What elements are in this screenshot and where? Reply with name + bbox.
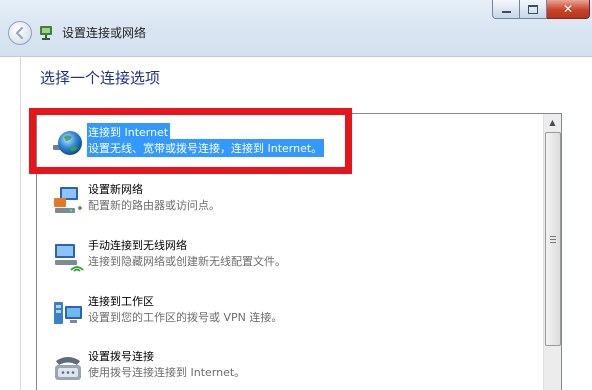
- vertical-scrollbar[interactable]: ▲: [543, 114, 561, 390]
- maximize-button[interactable]: [520, 0, 547, 19]
- back-arrow-icon: [15, 26, 24, 40]
- dialup-phone-icon: [55, 357, 81, 380]
- option-description: 使用拨号连接连接到 Internet。: [88, 366, 246, 379]
- minimize-button[interactable]: [492, 0, 520, 19]
- minimize-icon: [501, 10, 511, 13]
- option-description: 连接到隐藏网络或创建新无线配置文件。: [88, 255, 286, 268]
- option-title: 设置拨号连接: [88, 350, 154, 363]
- window-controls: ✕: [492, 0, 590, 19]
- scroll-up-button[interactable]: ▲: [544, 114, 561, 131]
- option-manual-wireless[interactable]: 手动连接到无线网络 连接到隐藏网络或创建新无线配置文件。: [37, 233, 537, 283]
- title-bar: ✕ 设置连接或网络: [0, 0, 592, 57]
- option-new-network[interactable]: 设置新网络 配置新的路由器或访问点。: [37, 177, 537, 227]
- option-title: 设置新网络: [88, 183, 143, 196]
- option-connect-workplace[interactable]: 连接到工作区 设置到您的工作区的拨号或 VPN 连接。: [37, 289, 537, 339]
- new-network-icon: [54, 187, 82, 213]
- close-button[interactable]: ✕: [547, 0, 590, 19]
- back-button[interactable]: [8, 21, 32, 45]
- maximize-icon: [528, 4, 538, 14]
- scroll-up-icon: ▲: [549, 118, 556, 127]
- option-title: 连接到工作区: [88, 295, 154, 308]
- wireless-network-icon: [55, 244, 84, 272]
- highlight-frame: [29, 108, 352, 174]
- scrollbar-thumb[interactable]: [545, 132, 561, 346]
- network-setup-icon: [40, 26, 52, 40]
- option-description: 设置到您的工作区的拨号或 VPN 连接。: [88, 311, 283, 324]
- close-icon: ✕: [562, 2, 574, 16]
- scrollbar-grip-icon: [550, 235, 556, 243]
- option-dialup[interactable]: 设置拨号连接 使用拨号连接连接到 Internet。: [37, 344, 537, 390]
- option-description: 配置新的路由器或访问点。: [88, 199, 220, 212]
- window-title: 设置连接或网络: [62, 26, 147, 40]
- workplace-icon: [54, 302, 82, 324]
- option-title: 手动连接到无线网络: [88, 239, 187, 252]
- page-heading: 选择一个连接选项: [40, 69, 161, 87]
